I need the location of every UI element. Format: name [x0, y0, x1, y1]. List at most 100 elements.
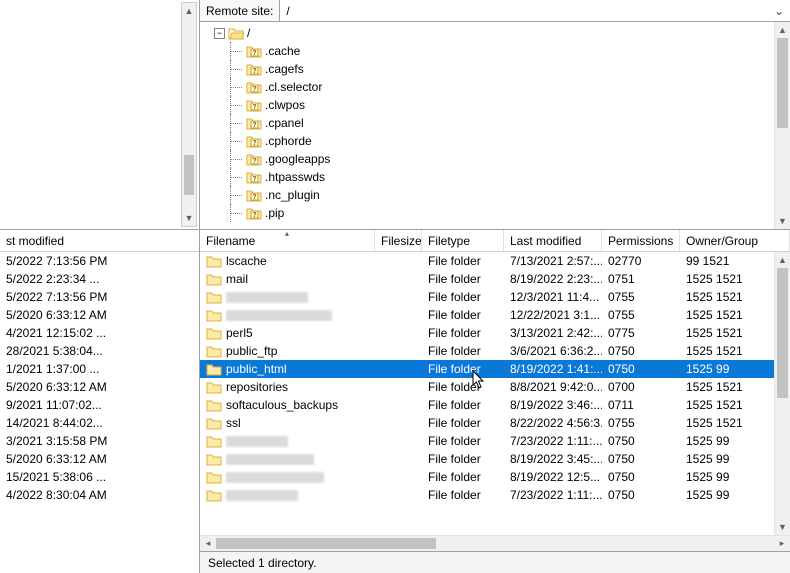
- scroll-up-icon[interactable]: ▲: [775, 22, 790, 38]
- table-row[interactable]: public_htmlFile folder8/19/2022 1:41:...…: [200, 360, 774, 378]
- scroll-left-icon[interactable]: ◂: [200, 536, 216, 551]
- list-item[interactable]: 14/2021 8:44:02...: [0, 414, 199, 432]
- filetype-label: File folder: [422, 272, 504, 286]
- scroll-right-icon[interactable]: ▸: [774, 536, 790, 551]
- column-filename[interactable]: ▴ Filename: [200, 230, 375, 251]
- table-row[interactable]: softaculous_backupsFile folder8/19/2022 …: [200, 396, 774, 414]
- tree-item[interactable]: .cpanel: [210, 114, 774, 132]
- tree-item-label: .cl.selector: [265, 80, 322, 94]
- table-row[interactable]: File folder7/23/2022 1:11:...07501525 99: [200, 432, 774, 450]
- local-file-list[interactable]: 5/2022 7:13:56 PM5/2022 2:23:34 ...5/202…: [0, 252, 199, 573]
- table-row[interactable]: lscacheFile folder7/13/2021 2:57:...0277…: [200, 252, 774, 270]
- list-item[interactable]: 5/2022 2:23:34 ...: [0, 270, 199, 288]
- remote-tree[interactable]: −/.cache .cagefs .cl.selector .clwpos.cpane…: [200, 22, 790, 230]
- tree-item[interactable]: .googleapps: [210, 150, 774, 168]
- list-item[interactable]: 5/2022 7:13:56 PM: [0, 288, 199, 306]
- list-item[interactable]: 5/2022 7:13:56 PM: [0, 252, 199, 270]
- list-item[interactable]: 9/2021 11:07:02...: [0, 396, 199, 414]
- folder-unknown-icon: [246, 189, 262, 202]
- permissions-label: 0751: [602, 272, 680, 286]
- tree-item-label: .cagefs: [265, 62, 304, 76]
- scrollbar-horizontal[interactable]: ◂ ▸: [200, 535, 790, 551]
- remote-file-list[interactable]: lscacheFile folder7/13/2021 2:57:...0277…: [200, 252, 790, 535]
- scroll-up-icon[interactable]: ▲: [775, 252, 790, 268]
- table-row[interactable]: repositoriesFile folder8/8/2021 9:42:0..…: [200, 378, 774, 396]
- scrollbar-vertical[interactable]: ▲ ▼: [774, 22, 790, 229]
- last-modified-label: 8/19/2022 3:45:...: [504, 452, 602, 466]
- filename-label: softaculous_backups: [226, 398, 338, 412]
- scroll-thumb[interactable]: [216, 538, 436, 549]
- list-item[interactable]: 3/2021 3:15:58 PM: [0, 432, 199, 450]
- last-modified-label: 12/3/2021 11:4...: [504, 290, 602, 304]
- scroll-thumb[interactable]: [184, 155, 194, 195]
- list-item[interactable]: 5/2020 6:33:12 AM: [0, 306, 199, 324]
- table-row[interactable]: perl5File folder3/13/2021 2:42:...077515…: [200, 324, 774, 342]
- table-row[interactable]: mailFile folder8/19/2022 2:23:...0751152…: [200, 270, 774, 288]
- permissions-label: 0750: [602, 470, 680, 484]
- filetype-label: File folder: [422, 308, 504, 322]
- remote-path-value: /: [286, 4, 289, 18]
- owner-group-label: 1525 1521: [680, 272, 774, 286]
- list-item[interactable]: 5/2020 6:33:12 AM: [0, 378, 199, 396]
- filetype-label: File folder: [422, 254, 504, 268]
- filename-label: perl5: [226, 326, 253, 340]
- tree-item[interactable]: .clwpos: [210, 96, 774, 114]
- column-last-modified[interactable]: Last modified: [504, 230, 602, 251]
- folder-icon: [206, 399, 222, 412]
- column-permissions[interactable]: Permissions: [602, 230, 680, 251]
- tree-item[interactable]: .cl.selector: [210, 78, 774, 96]
- table-row[interactable]: File folder12/3/2021 11:4...07551525 152…: [200, 288, 774, 306]
- permissions-label: 0755: [602, 308, 680, 322]
- owner-group-label: 1525 99: [680, 452, 774, 466]
- scrollbar-vertical[interactable]: ▲ ▼: [181, 2, 197, 227]
- folder-icon: [206, 417, 222, 430]
- remote-path-input[interactable]: / ⌄: [280, 0, 790, 21]
- table-row[interactable]: sslFile folder8/22/2022 4:56:3...0755152…: [200, 414, 774, 432]
- tree-item[interactable]: .cagefs: [210, 60, 774, 78]
- filetype-label: File folder: [422, 398, 504, 412]
- column-owner-group[interactable]: Owner/Group: [680, 230, 790, 251]
- list-item[interactable]: 15/2021 5:38:06 ...: [0, 468, 199, 486]
- table-row[interactable]: File folder12/22/2021 3:1...07551525 152…: [200, 306, 774, 324]
- list-item[interactable]: 28/2021 5:38:04...: [0, 342, 199, 360]
- table-row[interactable]: File folder7/23/2022 1:11:...07501525 99: [200, 486, 774, 504]
- list-item[interactable]: 4/2022 8:30:04 AM: [0, 486, 199, 504]
- tree-item[interactable]: .cache: [210, 42, 774, 60]
- folder-icon: [206, 291, 222, 304]
- chevron-down-icon[interactable]: ⌄: [770, 2, 788, 19]
- owner-group-label: 99 1521: [680, 254, 774, 268]
- filetype-label: File folder: [422, 416, 504, 430]
- tree-item[interactable]: .cphorde: [210, 132, 774, 150]
- scrollbar-vertical[interactable]: ▲ ▼: [774, 252, 790, 535]
- scroll-down-icon[interactable]: ▼: [775, 519, 790, 535]
- status-bar: Selected 1 directory.: [200, 551, 790, 573]
- folder-unknown-icon: [246, 153, 262, 166]
- table-row[interactable]: File folder8/19/2022 12:5...07501525 99: [200, 468, 774, 486]
- status-text: Selected 1 directory.: [208, 556, 317, 570]
- scroll-down-icon[interactable]: ▼: [775, 213, 790, 229]
- table-row[interactable]: public_ftpFile folder3/6/2021 6:36:2...0…: [200, 342, 774, 360]
- permissions-label: 0750: [602, 452, 680, 466]
- collapse-icon[interactable]: −: [214, 28, 225, 39]
- sort-asc-icon: ▴: [285, 230, 289, 238]
- tree-item[interactable]: .nc_plugin: [210, 186, 774, 204]
- tree-root[interactable]: −/: [210, 24, 774, 42]
- tree-item[interactable]: .pip: [210, 204, 774, 222]
- folder-open-icon: [228, 27, 244, 40]
- list-item[interactable]: 5/2020 6:33:12 AM: [0, 450, 199, 468]
- scroll-thumb[interactable]: [777, 268, 788, 398]
- tree-item[interactable]: .htpasswds: [210, 168, 774, 186]
- filetype-label: File folder: [422, 290, 504, 304]
- local-column-header[interactable]: st modified: [0, 230, 199, 252]
- table-row[interactable]: File folder8/19/2022 3:45:...07501525 99: [200, 450, 774, 468]
- folder-icon: [206, 471, 222, 484]
- scroll-thumb[interactable]: [777, 38, 788, 128]
- list-item[interactable]: 4/2021 12:15:02 ...: [0, 324, 199, 342]
- scroll-up-icon[interactable]: ▲: [182, 3, 196, 19]
- folder-icon: [206, 255, 222, 268]
- list-item[interactable]: 1/2021 1:37:00 ...: [0, 360, 199, 378]
- scroll-down-icon[interactable]: ▼: [182, 210, 196, 226]
- column-filesize[interactable]: Filesize: [375, 230, 422, 251]
- local-tree-stub: ▲ ▼: [0, 0, 199, 230]
- column-filetype[interactable]: Filetype: [422, 230, 504, 251]
